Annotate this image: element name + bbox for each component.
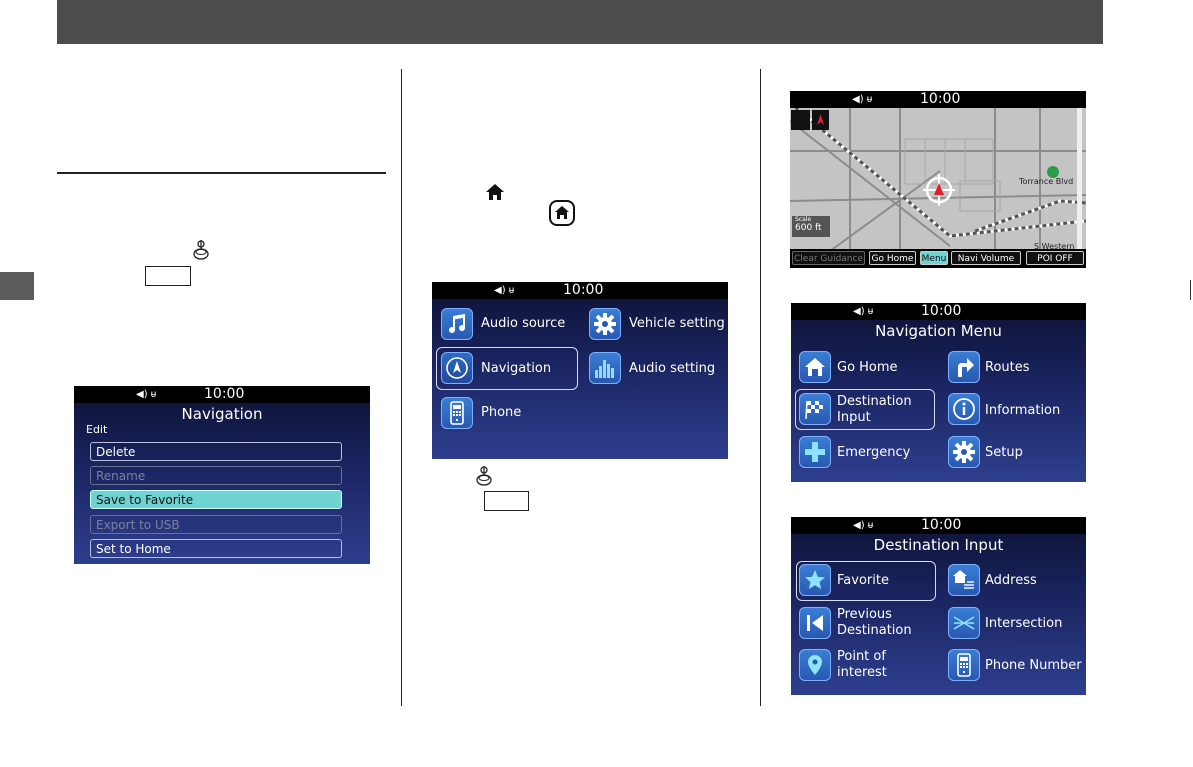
destination-input-line2: Input (837, 410, 871, 425)
volume-signal-icon: ◀) ᵾ (853, 306, 874, 317)
screen-title: Navigation Menu (875, 322, 1002, 340)
go-home-button[interactable]: Go Home (869, 251, 916, 265)
side-tab (0, 272, 34, 300)
intersection-icon[interactable] (948, 607, 980, 639)
list-item-set-to-home[interactable]: Set to Home (90, 539, 342, 558)
volume-signal-icon: ◀) ᵾ (494, 285, 515, 296)
edit-label: Edit (86, 423, 108, 436)
phone-icon[interactable] (948, 649, 980, 681)
address-label[interactable]: Address (985, 573, 1037, 588)
previous-destination-label[interactable]: Previous Destination (837, 607, 912, 639)
header-bar (57, 0, 1103, 44)
checkered-flag-icon[interactable] (799, 393, 831, 425)
map-screen: ◀) ᵾ 10:00 Torrance Blvd S Western Ave S… (790, 91, 1086, 268)
compass-icon[interactable] (441, 352, 473, 384)
routes-label[interactable]: Routes (985, 360, 1030, 375)
clock: 10:00 (204, 386, 245, 402)
star-icon[interactable] (799, 564, 831, 596)
point-of-interest-line2: interest (837, 665, 887, 680)
audio-setting-label[interactable]: Audio setting (629, 361, 715, 376)
info-icon[interactable] (948, 393, 980, 425)
clock: 10:00 (920, 91, 961, 107)
volume-signal-icon: ◀) ᵾ (136, 389, 157, 400)
scale-value: 600 ft (795, 223, 822, 233)
volume-signal-icon: ◀) ᵾ (852, 94, 873, 105)
clock: 10:00 (563, 282, 604, 298)
previous-destination-line1: Previous (837, 607, 892, 622)
location-pin-icon[interactable] (799, 649, 831, 681)
vehicle-setting-label[interactable]: Vehicle setting (629, 316, 725, 331)
information-label[interactable]: Information (985, 403, 1060, 418)
status-bar: ◀) ᵾ 10:00 (791, 303, 1086, 320)
go-home-label[interactable]: Go Home (837, 360, 898, 375)
button-callout-box (145, 266, 191, 286)
list-item-delete[interactable]: Delete (90, 442, 342, 461)
destination-input-screen: ◀) ᵾ 10:00 Destination Input Favorite Ad… (791, 517, 1086, 695)
phone-icon[interactable] (441, 397, 473, 429)
setup-label[interactable]: Setup (985, 445, 1023, 460)
destination-input-line1: Destination (837, 394, 912, 409)
home-icon[interactable] (799, 351, 831, 383)
route-arrow-icon[interactable] (948, 351, 980, 383)
phone-number-label[interactable]: Phone Number (985, 658, 1082, 673)
navigation-label[interactable]: Navigation (481, 361, 551, 376)
gps-icon[interactable] (791, 110, 810, 130)
home-icon (485, 183, 505, 205)
screen-title: Destination Input (873, 536, 1004, 554)
audio-source-label[interactable]: Audio source (481, 316, 565, 331)
list-item-export-to-usb[interactable]: Export to USB (90, 515, 342, 534)
screen-title: Navigation (181, 405, 263, 423)
navi-volume-button[interactable]: Navi Volume (951, 251, 1021, 265)
scale-indicator: Scale 600 ft (792, 216, 830, 237)
column-divider-right (760, 69, 761, 706)
interface-dial-icon (474, 464, 494, 492)
equalizer-icon[interactable] (589, 352, 621, 384)
phone-label[interactable]: Phone (481, 405, 521, 420)
music-note-icon[interactable] (441, 308, 473, 340)
status-bar: ◀) ᵾ 10:00 (791, 517, 1086, 534)
emergency-label[interactable]: Emergency (837, 445, 910, 460)
home-button-icon (549, 200, 575, 230)
favorite-label[interactable]: Favorite (837, 573, 889, 588)
status-bar: ◀) ᵾ 10:00 (790, 91, 1086, 108)
poi-off-button[interactable]: POI OFF (1026, 251, 1084, 265)
menu-button[interactable]: Menu (920, 251, 948, 265)
gear-icon[interactable] (589, 308, 621, 340)
north-up-icon[interactable] (812, 110, 829, 130)
list-item-save-to-favorite[interactable]: Save to Favorite (90, 490, 342, 509)
previous-icon[interactable] (799, 607, 831, 639)
status-bar: ◀) ᵾ 10:00 (432, 282, 728, 299)
clock: 10:00 (921, 303, 962, 319)
previous-destination-line2: Destination (837, 623, 912, 638)
address-icon[interactable] (948, 564, 980, 596)
home-screen: ◀) ᵾ 10:00 Audio source Vehicle setting … (432, 282, 728, 459)
scale-label: Scale (795, 216, 812, 223)
destination-input-label[interactable]: Destination Input (837, 394, 912, 426)
nav-menu-screen: ◀) ᵾ 10:00 Navigation Menu Go Home Route… (791, 303, 1086, 482)
nav-edit-screen: ◀) ᵾ 10:00 Navigation Edit Delete Rename… (74, 386, 370, 564)
column-divider-left (401, 69, 402, 706)
interface-dial-icon (191, 238, 211, 266)
button-callout-box (484, 491, 529, 511)
point-of-interest-line1: Point of (837, 649, 886, 664)
volume-signal-icon: ◀) ᵾ (853, 520, 874, 531)
status-bar: ◀) ᵾ 10:00 (74, 386, 370, 403)
edge-tick (1190, 280, 1191, 300)
clock: 10:00 (921, 517, 962, 533)
cross-icon[interactable] (799, 436, 831, 468)
gear-icon[interactable] (948, 436, 980, 468)
intersection-label[interactable]: Intersection (985, 616, 1062, 631)
section-rule (57, 172, 386, 174)
clear-guidance-button[interactable]: Clear Guidance (792, 251, 865, 265)
street-label: Torrance Blvd (1019, 177, 1074, 186)
list-item-rename[interactable]: Rename (90, 466, 342, 485)
point-of-interest-label[interactable]: Point of interest (837, 649, 887, 681)
